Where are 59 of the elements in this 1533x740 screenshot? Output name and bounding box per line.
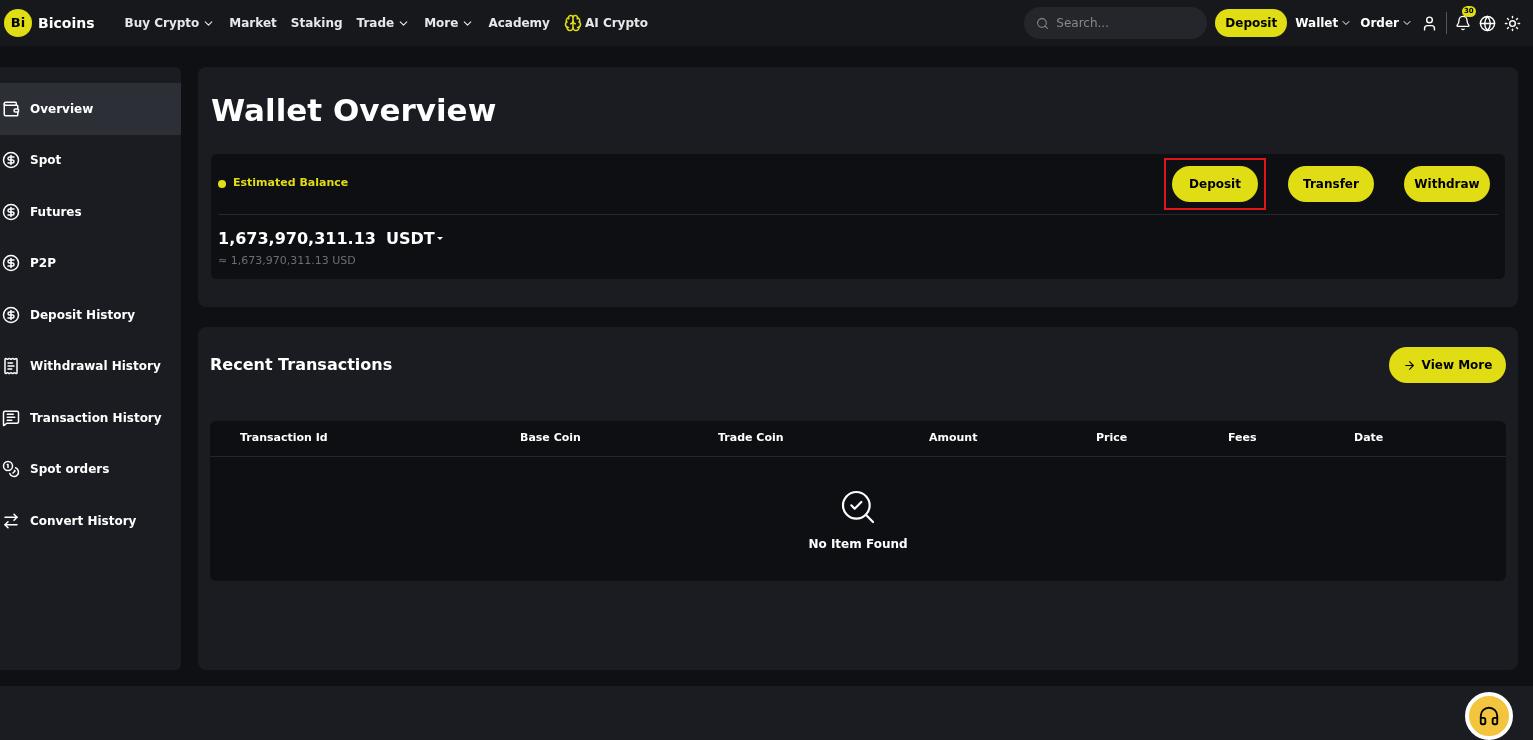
column-header: Base Coin: [520, 430, 582, 447]
balance-amount: 1,673,970,311.13: [218, 227, 376, 250]
message-icon: [2, 408, 20, 427]
sidebar-item[interactable]: Spot: [0, 134, 181, 186]
support-button[interactable]: [1465, 692, 1513, 740]
deposit-button[interactable]: Deposit: [1215, 9, 1288, 37]
search-icon: [1036, 17, 1050, 30]
section-title: Recent Transactions: [210, 354, 393, 376]
nav-link[interactable]: Academy: [488, 14, 550, 32]
sidebar-item[interactable]: Deposit History: [0, 289, 181, 341]
search-field[interactable]: Search...: [1024, 7, 1208, 39]
sidebar-item[interactable]: Withdrawal History: [0, 340, 181, 392]
currency-selector[interactable]: USDT: [385, 226, 443, 251]
balance-usd: ≈ 1,673,970,311.13 USD: [218, 252, 357, 269]
action-button[interactable]: Withdraw: [1404, 165, 1490, 202]
column-header: Trade Coin: [718, 430, 785, 447]
globe-icon[interactable]: [1479, 14, 1496, 32]
headset-icon: [1478, 705, 1500, 727]
sidebar-item[interactable]: Spot orders: [0, 443, 181, 495]
action-button[interactable]: Transfer: [1288, 165, 1374, 202]
arrow-right-icon: [1402, 358, 1416, 372]
menu-dropdown[interactable]: Order: [1360, 14, 1413, 32]
coins-icon: [2, 460, 20, 479]
dollar-coin-icon: [2, 305, 20, 324]
column-header: Fees: [1228, 430, 1258, 447]
receipt-icon: [2, 357, 20, 376]
user-icon[interactable]: [1421, 14, 1438, 32]
page-title: Wallet Overview: [211, 91, 498, 130]
nav-link[interactable]: Buy Crypto: [124, 14, 216, 32]
column-header: Amount: [929, 430, 979, 447]
sun-icon[interactable]: [1504, 14, 1521, 32]
sidebar-item[interactable]: Transaction History: [0, 392, 181, 444]
logo-mark[interactable]: Bi: [4, 9, 32, 37]
sidebar-item[interactable]: Futures: [0, 186, 181, 238]
bell-icon[interactable]: [1455, 15, 1471, 31]
brand-name[interactable]: Bicoins: [38, 12, 95, 34]
nav-link[interactable]: Trade: [356, 14, 411, 32]
column-header: Price: [1096, 430, 1129, 447]
caret-icon: [436, 237, 443, 240]
nav-link[interactable]: Market: [229, 14, 277, 32]
nav-link[interactable]: More: [424, 14, 475, 32]
sidebar-item[interactable]: Convert History: [0, 495, 181, 547]
empty-message: No Item Found: [808, 536, 908, 553]
dollar-coin-icon: [2, 202, 20, 221]
balance-label: Estimated Balance: [233, 175, 349, 192]
wallet-icon: [2, 99, 20, 118]
column-header: Transaction Id: [240, 430, 329, 447]
view-more-button[interactable]: View More: [1389, 347, 1506, 383]
menu-dropdown[interactable]: Wallet: [1295, 14, 1353, 32]
action-button[interactable]: Deposit: [1172, 165, 1258, 202]
nav-link[interactable]: Staking: [290, 14, 343, 32]
sidebar-item[interactable]: P2P: [0, 237, 181, 289]
dollar-coin-icon: [2, 254, 20, 273]
sidebar-item[interactable]: Overview: [0, 83, 181, 135]
nav-link[interactable]: AI Crypto: [563, 14, 648, 32]
ai-brain-icon: [563, 14, 582, 32]
column-header: Date: [1354, 430, 1385, 447]
dollar-coin-icon: [2, 151, 20, 170]
swap-arrows-icon: [2, 511, 20, 530]
